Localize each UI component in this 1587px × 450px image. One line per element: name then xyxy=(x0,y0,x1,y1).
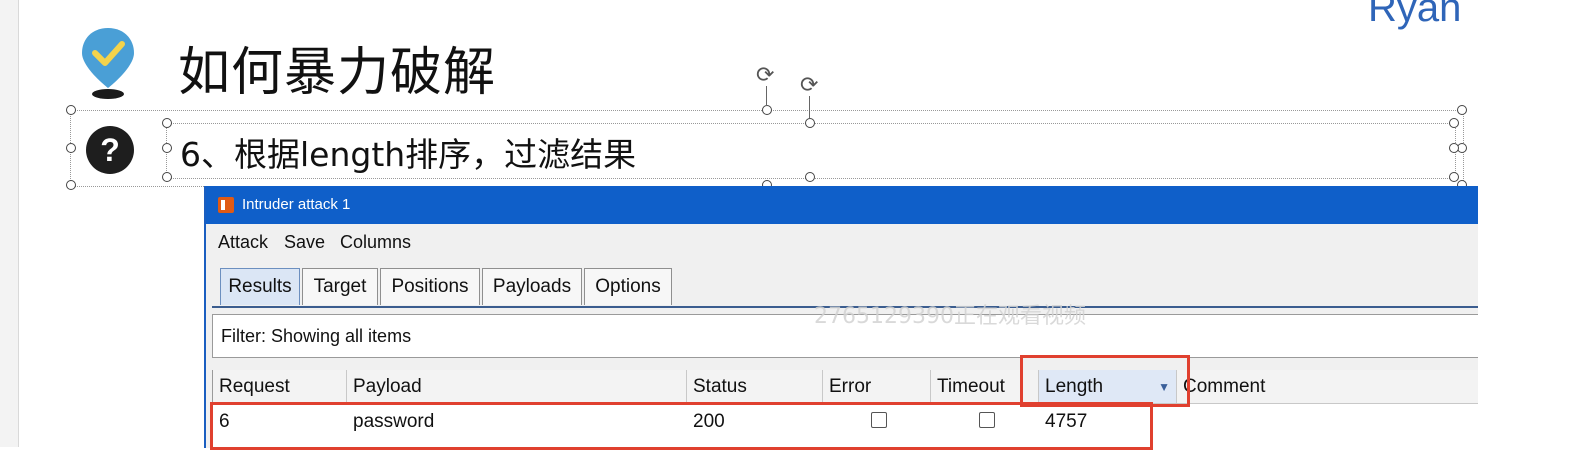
resize-handle-tm[interactable] xyxy=(762,105,772,115)
column-header-payload[interactable]: Payload xyxy=(347,370,687,404)
column-header-error[interactable]: Error xyxy=(823,370,931,404)
resize-handle-bl[interactable] xyxy=(66,180,76,190)
location-check-icon xyxy=(82,28,134,99)
resize-handle-inner-bl[interactable] xyxy=(162,172,172,182)
highlight-length-header xyxy=(1020,355,1190,407)
resize-handle-inner-br[interactable] xyxy=(1449,172,1459,182)
resize-handle-tl[interactable] xyxy=(66,105,76,115)
highlight-result-row xyxy=(210,402,1153,450)
rotate-handle-icon[interactable]: ⟳ xyxy=(756,62,774,88)
slide-title: 如何暴力破解 xyxy=(178,43,497,103)
resize-handle-inner-mr[interactable] xyxy=(1449,143,1459,153)
resize-handle-inner-bm[interactable] xyxy=(805,172,815,182)
resize-handle-tr[interactable] xyxy=(1457,105,1467,115)
tab-results[interactable]: Results xyxy=(220,268,300,305)
resize-handle-inner-tr[interactable] xyxy=(1449,118,1459,128)
brand-text: Ryan xyxy=(1368,0,1462,30)
window-title: Intruder attack 1 xyxy=(242,196,351,213)
filter-text: Filter: Showing all items xyxy=(221,326,412,346)
column-header-comment[interactable]: Comment xyxy=(1177,370,1478,404)
resize-handle-inner-tm[interactable] xyxy=(805,118,815,128)
tab-payloads[interactable]: Payloads xyxy=(482,268,582,305)
watermark-text: 2765129390正在观看视频 xyxy=(814,304,1086,329)
column-header-request[interactable]: Request xyxy=(213,370,347,404)
rotate-stem-2 xyxy=(809,96,810,118)
menu-save[interactable]: Save xyxy=(284,232,325,253)
burp-icon xyxy=(218,197,234,213)
tab-target[interactable]: Target xyxy=(302,268,378,305)
rotate-handle-icon[interactable]: ⟳ xyxy=(800,72,818,98)
resize-handle-ml[interactable] xyxy=(66,143,76,153)
tab-options[interactable]: Options xyxy=(584,268,672,305)
window-titlebar[interactable]: Intruder attack 1 xyxy=(206,186,1478,224)
slide-subtitle[interactable]: 6、根据length排序，过滤结果 xyxy=(180,128,636,176)
slide-panel-edge xyxy=(0,0,19,447)
question-circle-icon: ? xyxy=(86,126,134,174)
tab-positions[interactable]: Positions xyxy=(380,268,480,305)
column-header-status[interactable]: Status xyxy=(687,370,823,404)
resize-handle-inner-tl[interactable] xyxy=(162,118,172,128)
menu-attack[interactable]: Attack xyxy=(218,232,268,253)
resize-handle-inner-ml[interactable] xyxy=(162,143,172,153)
menu-columns[interactable]: Columns xyxy=(340,232,411,253)
rotate-stem-1 xyxy=(766,86,767,106)
menu-bar: Attack Save Columns xyxy=(206,224,1478,260)
